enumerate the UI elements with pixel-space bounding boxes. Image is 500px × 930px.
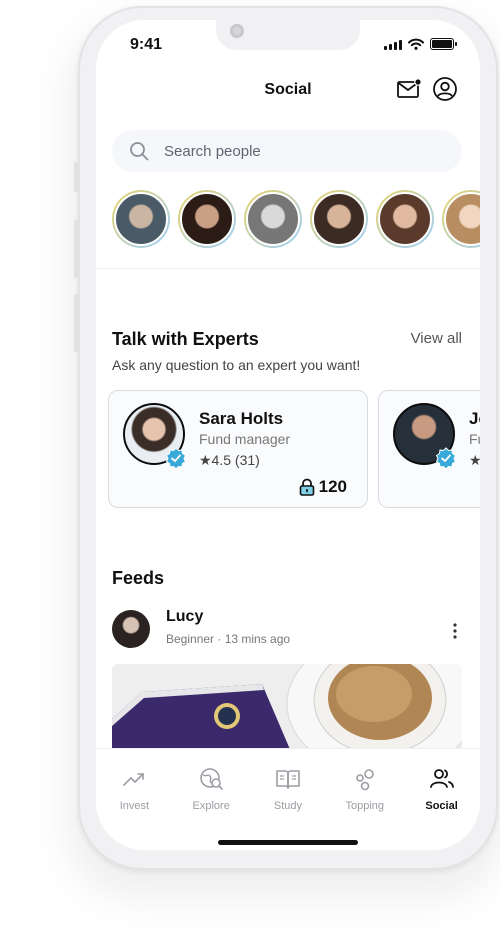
more-options-icon[interactable] bbox=[452, 622, 458, 640]
wifi-icon bbox=[408, 38, 424, 50]
expert-name: Sara Holts bbox=[199, 409, 284, 428]
book-icon bbox=[276, 770, 300, 789]
battery-icon bbox=[430, 38, 457, 50]
tab-topping[interactable]: Topping bbox=[330, 749, 400, 850]
story-photo bbox=[444, 192, 480, 246]
story-avatar[interactable] bbox=[112, 190, 170, 248]
profile-icon[interactable] bbox=[432, 76, 458, 102]
story-photo bbox=[114, 192, 168, 246]
tab-label: Invest bbox=[119, 800, 150, 812]
story-photo bbox=[180, 192, 234, 246]
tab-label: Study bbox=[273, 800, 303, 812]
globe-search-icon bbox=[200, 768, 223, 790]
expert-rating: ★4 bbox=[469, 452, 480, 468]
page-title: Social bbox=[264, 81, 312, 98]
verified-badge-icon bbox=[435, 447, 457, 469]
story-avatar[interactable] bbox=[244, 190, 302, 248]
feed-post-image[interactable] bbox=[112, 664, 462, 754]
expert-card[interactable]: Sara Holts Fund manager ★4.5 (31) 120 bbox=[108, 390, 368, 508]
feed-post-header[interactable]: Lucy Beginner · 13 mins ago bbox=[112, 608, 290, 648]
experts-section-title: Talk with Experts bbox=[112, 329, 259, 349]
trend-up-icon bbox=[123, 773, 145, 786]
home-indicator bbox=[218, 840, 358, 845]
story-avatar[interactable] bbox=[442, 190, 480, 248]
verified-badge-icon bbox=[165, 447, 187, 469]
feed-avatar[interactable] bbox=[112, 610, 150, 648]
tab-explore[interactable]: Explore bbox=[176, 749, 246, 850]
feed-meta: Beginner · 13 mins ago bbox=[166, 632, 291, 646]
mute-switch bbox=[74, 162, 79, 192]
story-photo bbox=[246, 192, 300, 246]
expert-name: Jo bbox=[469, 409, 480, 428]
tab-label: Explore bbox=[192, 800, 230, 812]
status-icons bbox=[384, 38, 457, 50]
search-icon bbox=[130, 142, 149, 161]
story-avatar[interactable] bbox=[310, 190, 368, 248]
story-avatar[interactable] bbox=[376, 190, 434, 248]
expert-rating: ★4.5 (31) bbox=[199, 452, 260, 468]
tab-social[interactable]: Social bbox=[407, 749, 477, 850]
story-photo bbox=[378, 192, 432, 246]
feeds-section-title: Feeds bbox=[112, 568, 165, 588]
lock-icon bbox=[299, 478, 314, 496]
expert-price: 120 bbox=[299, 477, 347, 497]
signal-icon bbox=[384, 40, 402, 50]
volume-up-button bbox=[74, 220, 79, 278]
story-avatar[interactable] bbox=[178, 190, 236, 248]
story-photo bbox=[312, 192, 366, 246]
experts-subtitle: Ask any question to an expert you want! bbox=[112, 357, 361, 373]
stories-row bbox=[112, 190, 480, 248]
tab-label: Topping bbox=[345, 800, 385, 812]
divider bbox=[96, 268, 480, 269]
view-all-link[interactable]: View all bbox=[411, 330, 462, 347]
notch bbox=[216, 20, 360, 50]
expert-role: Fund manager bbox=[199, 431, 291, 447]
expert-role: Fu bbox=[469, 431, 480, 447]
tab-study[interactable]: Study bbox=[253, 749, 323, 850]
status-time: 9:41 bbox=[130, 36, 163, 53]
expert-price-value: 120 bbox=[318, 477, 347, 496]
camera bbox=[230, 24, 244, 38]
mail-icon[interactable] bbox=[396, 76, 422, 102]
search-input[interactable] bbox=[162, 141, 426, 161]
feed-user-name[interactable]: Lucy bbox=[166, 608, 203, 626]
coffee-book-photo bbox=[112, 664, 462, 754]
people-icon bbox=[429, 769, 454, 788]
expert-card[interactable]: Jo Fu ★4 bbox=[378, 390, 480, 508]
tab-invest[interactable]: Invest bbox=[99, 749, 169, 850]
volume-down-button bbox=[74, 294, 79, 352]
search-bar[interactable] bbox=[112, 130, 462, 172]
app-screen: 9:41 Social Talk with Experts View all A… bbox=[96, 20, 480, 850]
bubbles-icon bbox=[355, 769, 374, 791]
tab-label: Social bbox=[425, 800, 458, 812]
tab-bar: Invest Explore Study Topping Social bbox=[96, 748, 480, 850]
